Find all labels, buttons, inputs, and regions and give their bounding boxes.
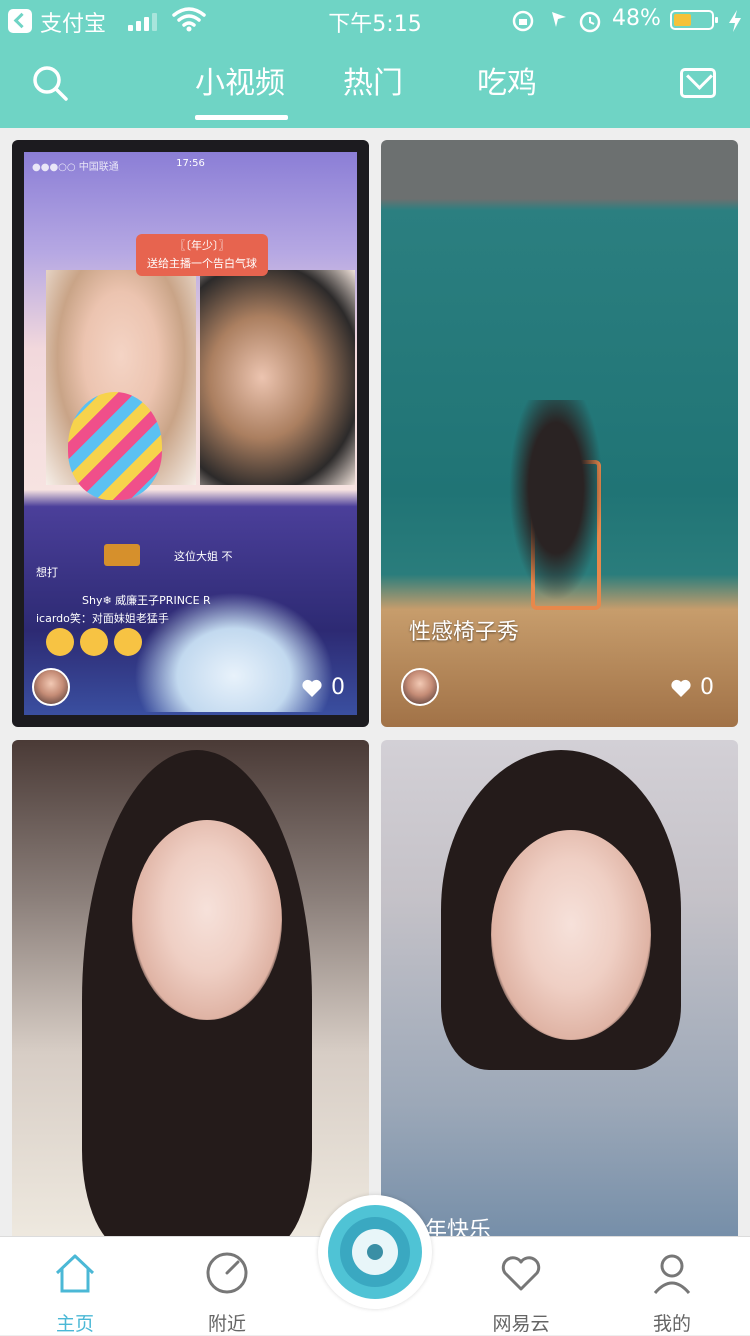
tab-netease[interactable]: 网易云 [466,1237,576,1335]
charging-bolt-icon [729,10,741,32]
portrait-face [132,820,282,1020]
gift-banner-text: 送给主播一个告白气球 [147,257,257,270]
chat-line: Shy❄ 威廉王子PRINCE R [82,594,211,607]
tab-short-video[interactable]: 小视频 [195,58,285,102]
active-tab-indicator [195,115,288,120]
profile-icon [653,1254,691,1295]
video-card[interactable]: 年快乐 [381,740,738,1260]
kiss-emoji-icon [80,628,108,656]
balloon-image [68,392,162,500]
dancer-image [501,400,611,620]
heart-icon [671,679,691,697]
battery-icon [670,10,718,30]
search-icon[interactable] [30,63,70,103]
tab-nearby-label: 附近 [207,1313,246,1335]
chat-line: 想打 [36,566,58,579]
top-nav: 小视频 热门 吃鸡 [0,40,750,128]
streamer-image [200,270,355,485]
like-count-value: 0 [700,675,714,700]
tab-pubg[interactable]: 吃鸡 [477,58,537,102]
video-title: 性感椅子秀 [409,620,520,645]
author-avatar[interactable] [401,668,439,706]
chat-line: 这位大姐 不 [174,550,233,563]
author-avatar[interactable] [32,668,70,706]
video-card[interactable]: ●●●○○ 中国联通 17:56 〖〔年少〕〗 送给主播一个告白气球 这位大姐 … [12,140,369,727]
heart-icon [501,1256,541,1291]
like-count[interactable]: 0 [301,673,345,703]
tab-mine-label: 我的 [652,1313,691,1335]
battery-percent: 48% [612,6,661,31]
video-card[interactable] [12,740,369,1260]
video-thumbnail: ●●●○○ 中国联通 17:56 〖〔年少〕〗 送给主播一个告白气球 这位大姐 … [24,152,357,715]
record-button[interactable] [318,1195,432,1309]
compass-icon [206,1252,248,1294]
record-icon-dot [367,1244,383,1260]
tab-hot[interactable]: 热门 [343,58,403,102]
like-count-value: 0 [331,675,345,700]
tab-home-label: 主页 [55,1313,94,1335]
status-icons [512,10,601,33]
top-header: 支付宝 下午5:15 48% 小视频 热门 吃鸡 [0,0,750,128]
gift-banner-title: 〖〔年少〕〗 [174,239,230,252]
chat-line: icardo笑：对面妹姐老猛手 [36,612,169,625]
portrait-face [491,830,651,1040]
tab-home[interactable]: 主页 [20,1237,130,1335]
gift-banner: 〖〔年少〕〗 送给主播一个告白气球 [136,234,268,276]
tab-mine[interactable]: 我的 [617,1237,727,1335]
tab-nearby[interactable]: 附近 [172,1237,282,1335]
thumb-time: 17:56 [176,158,205,169]
like-count[interactable]: 0 [670,673,714,703]
heart-icon [302,679,322,697]
video-card[interactable]: 性感椅子秀 0 [381,140,738,727]
status-bar: 支付宝 下午5:15 48% [0,0,750,40]
kiss-emoji-icon [114,628,142,656]
balloon-basket [104,544,140,566]
tab-netease-label: 网易云 [492,1313,550,1335]
home-icon [55,1254,95,1293]
kiss-emoji-icon [46,628,74,656]
mail-icon[interactable] [680,68,716,98]
